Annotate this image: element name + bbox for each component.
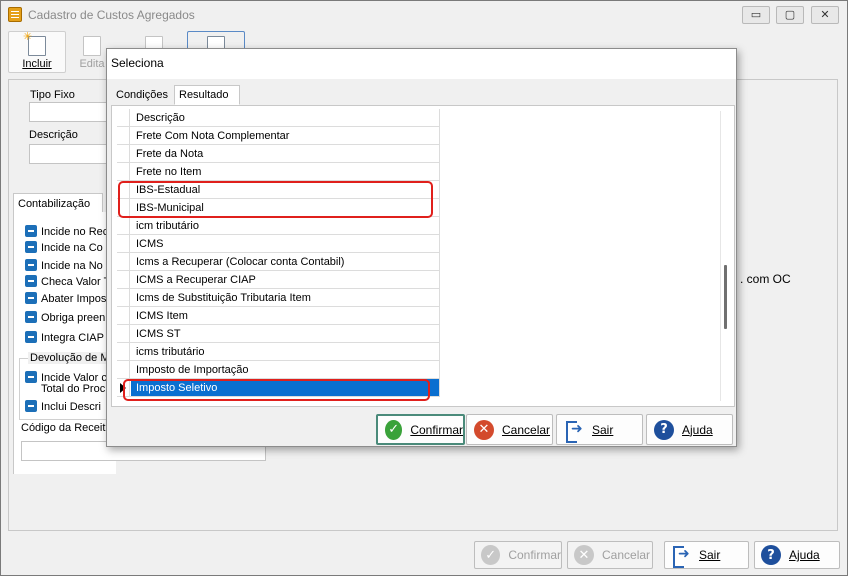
incluir-label: Incluir	[22, 58, 52, 70]
check-icon: ✓	[385, 419, 403, 440]
new-document-icon	[23, 30, 46, 56]
checkbox-obriga-preenchimento[interactable]: Obriga preen	[25, 311, 105, 325]
dialog-cancelar-button[interactable]: ✕ Cancelar	[466, 414, 553, 445]
tab-condicoes[interactable]: Condições	[111, 85, 175, 105]
result-grid-frame: Descrição Frete Com Nota Complementar Fr…	[111, 105, 735, 407]
window-title: Cadastro de Custos Agregados	[28, 8, 195, 22]
tipo-fixo-label: Tipo Fixo	[30, 89, 75, 101]
help-icon: ?	[654, 419, 674, 440]
main-cancelar-button[interactable]: ✕ Cancelar	[567, 541, 653, 569]
tab-resultado[interactable]: Resultado	[174, 85, 240, 105]
highlight-ibs-rows	[118, 181, 433, 218]
checkbox-icon	[25, 275, 37, 287]
checkbox-icon	[25, 400, 37, 412]
descricao-field[interactable]	[29, 144, 109, 164]
seleciona-dialog: Seleciona Condições Resultado Descrição …	[106, 48, 737, 447]
result-grid: Descrição Frete Com Nota Complementar Fr…	[117, 109, 440, 397]
cancel-icon: ✕	[574, 545, 594, 565]
table-row[interactable]: ICMS ST	[117, 325, 440, 343]
close-button[interactable]: ✕	[811, 6, 839, 24]
dialog-titlebar: Seleciona	[107, 49, 736, 79]
checkbox-incide-nota[interactable]: Incide na No	[25, 259, 103, 273]
table-row[interactable]: Icms de Substituição Tributaria Item	[117, 289, 440, 307]
maximize-button[interactable]: ▢	[776, 6, 804, 24]
minimize-button[interactable]: ▭	[742, 6, 770, 24]
checkbox-icon	[25, 371, 37, 383]
app-icon	[8, 7, 22, 22]
checkbox-incide-co[interactable]: Incide na Co	[25, 241, 103, 255]
dialog-ajuda-button[interactable]: ? Ajuda	[646, 414, 733, 445]
table-row[interactable]: Frete Com Nota Complementar	[117, 127, 440, 145]
table-row[interactable]: icms tributário	[117, 343, 440, 361]
total-do-proc-label: Total do Proc	[41, 383, 106, 395]
edit-document-icon	[83, 36, 101, 56]
checkbox-icon	[25, 259, 37, 271]
table-row[interactable]: Frete no Item	[117, 163, 440, 181]
check-icon: ✓	[481, 545, 501, 565]
dialog-sair-button[interactable]: Sair	[556, 414, 643, 445]
main-ajuda-button[interactable]: ? Ajuda	[754, 541, 840, 569]
checkbox-incide-receita[interactable]: Incide no Rec	[25, 225, 108, 239]
table-row[interactable]: Frete da Nota	[117, 145, 440, 163]
grid-scrollbar[interactable]	[720, 111, 730, 401]
checkbox-icon	[25, 311, 37, 323]
dialog-title: Seleciona	[111, 56, 164, 70]
obs-text: . com OC	[740, 272, 791, 286]
checkbox-icon	[25, 331, 37, 343]
table-row[interactable]: icm tributário	[117, 217, 440, 235]
checkbox-checa-valor[interactable]: Checa Valor T	[25, 275, 110, 289]
column-header-descricao: Descrição	[136, 112, 185, 124]
scrollbar-thumb[interactable]	[724, 265, 727, 329]
tipo-fixo-field[interactable]	[29, 102, 109, 122]
table-row[interactable]: Imposto de Importação	[117, 361, 440, 379]
checkbox-inclui-descricao[interactable]: Inclui Descri	[25, 400, 101, 414]
help-icon: ?	[761, 545, 781, 565]
tab-contabilizacao[interactable]: Contabilização	[13, 193, 103, 213]
devolucao-group-label: Devolução de M	[28, 352, 112, 364]
checkbox-icon	[25, 225, 37, 237]
checkbox-icon	[25, 241, 37, 253]
incluir-button[interactable]: Incluir	[8, 30, 66, 73]
exit-icon	[564, 420, 584, 443]
grid-header[interactable]: Descrição	[117, 109, 440, 127]
table-row[interactable]: Icms a Recuperar (Colocar conta Contabil…	[117, 253, 440, 271]
checkbox-icon	[25, 292, 37, 304]
main-titlebar: Cadastro de Custos Agregados ▭ ▢ ✕	[1, 1, 847, 29]
dialog-confirmar-button[interactable]: ✓ Confirmar	[376, 414, 465, 445]
main-confirmar-button[interactable]: ✓ Confirmar	[474, 541, 562, 569]
highlight-imposto-seletivo	[123, 379, 430, 401]
checkbox-integra-ciap[interactable]: Integra CIAP	[25, 331, 104, 345]
main-sair-button[interactable]: Sair	[664, 541, 749, 569]
checkbox-abater-impostos[interactable]: Abater Impos	[25, 292, 106, 306]
cancel-icon: ✕	[474, 419, 494, 440]
table-row[interactable]: ICMS Item	[117, 307, 440, 325]
table-row[interactable]: ICMS a Recuperar CIAP	[117, 271, 440, 289]
codigo-receita-label: Código da Receit	[21, 422, 106, 434]
exit-icon	[671, 545, 691, 568]
table-row[interactable]: ICMS	[117, 235, 440, 253]
descricao-label: Descrição	[29, 129, 78, 141]
